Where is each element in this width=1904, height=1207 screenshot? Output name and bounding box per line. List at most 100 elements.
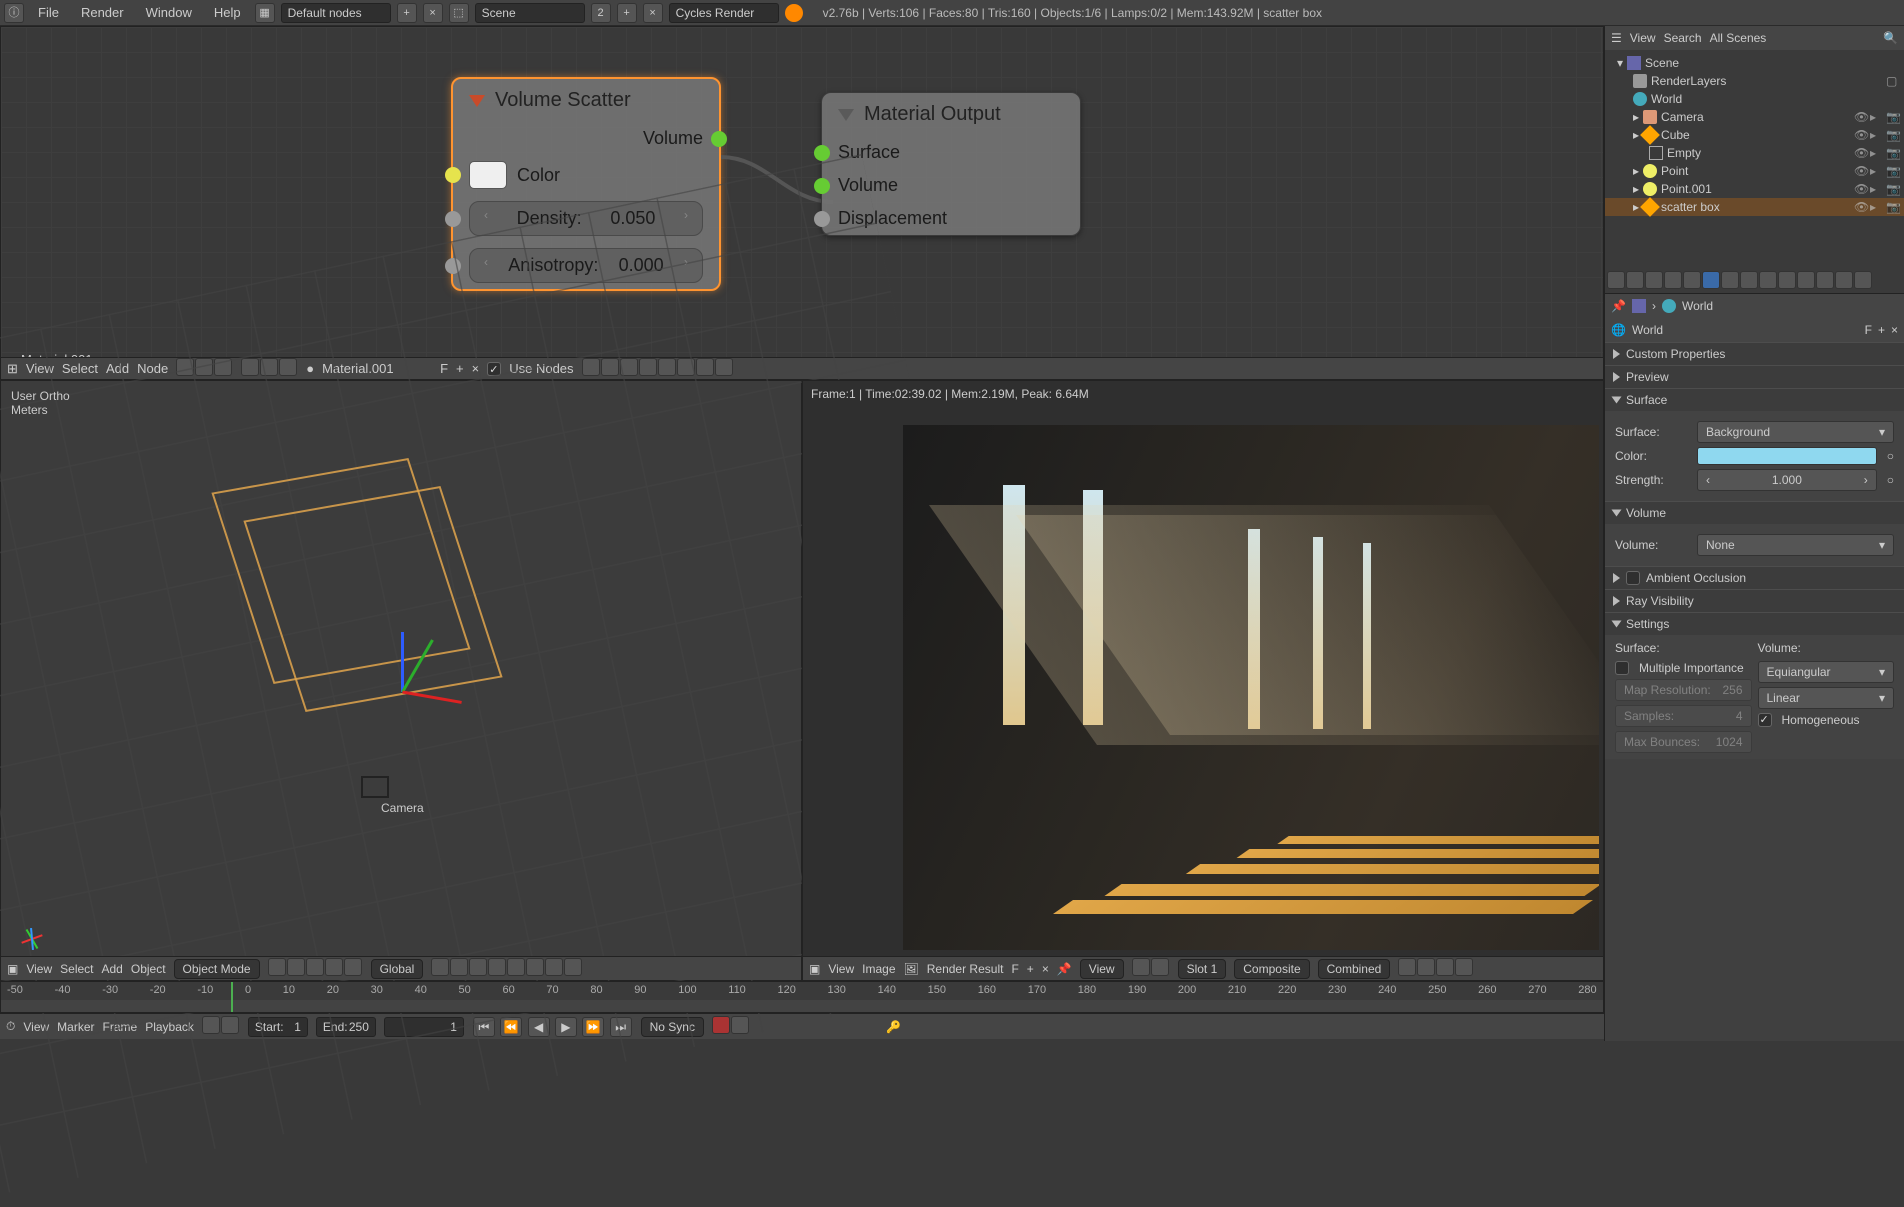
timeline[interactable]: -50-40-30-20-100102030405060708090100110… xyxy=(0,981,1604,1013)
img-remove-button[interactable]: × xyxy=(1042,962,1049,976)
tree-camera[interactable]: ▸Camera👁▸📷 xyxy=(1605,108,1904,126)
axis-widget xyxy=(15,918,51,954)
tree-renderlayers[interactable]: RenderLayers▢ xyxy=(1605,72,1904,90)
panel-ao[interactable]: Ambient Occlusion xyxy=(1605,566,1904,589)
panel-surface[interactable]: Surface xyxy=(1605,388,1904,411)
playhead-marker[interactable] xyxy=(231,982,233,1012)
layer-dropdown[interactable]: Combined xyxy=(1318,959,1391,979)
layers-icons[interactable] xyxy=(431,958,583,979)
key-insert-icon[interactable]: 🔑 xyxy=(886,1020,901,1034)
3d-add-menu[interactable]: Add xyxy=(102,962,123,976)
scene-remove-button[interactable]: × xyxy=(643,3,663,23)
homogeneous-checkbox[interactable] xyxy=(1758,713,1772,727)
outliner-tree[interactable]: ▾Scene RenderLayers▢ World ▸Camera👁▸📷 ▸C… xyxy=(1605,50,1904,269)
socket-out-volume[interactable]: Volume xyxy=(453,122,719,155)
outliner-view-menu[interactable]: View xyxy=(1630,31,1656,45)
pass-dropdown[interactable]: Composite xyxy=(1234,959,1309,979)
strength-slider[interactable]: ‹1.000› xyxy=(1697,469,1877,491)
img-view-menu[interactable]: View xyxy=(828,962,854,976)
color-swatch[interactable] xyxy=(469,161,507,189)
render-engine-dropdown[interactable]: Cycles Render xyxy=(669,3,779,23)
tree-scatter-box[interactable]: ▸scatter box👁▸📷 xyxy=(1605,198,1904,216)
strength-connector-icon[interactable]: ○ xyxy=(1887,473,1894,487)
volume-interp-dropdown[interactable]: Linear▾ xyxy=(1758,687,1895,709)
display-mode-dropdown[interactable]: View xyxy=(1080,959,1124,979)
world-name-field[interactable]: World xyxy=(1632,323,1859,337)
3d-object-menu[interactable]: Object xyxy=(131,962,166,976)
volume-sampling-dropdown[interactable]: Equiangular▾ xyxy=(1758,661,1895,683)
socket-green-icon[interactable] xyxy=(711,131,727,147)
outliner-search-menu[interactable]: Search xyxy=(1664,31,1702,45)
blender-icon[interactable]: ⓘ xyxy=(4,3,24,23)
img-image-menu[interactable]: Image xyxy=(862,962,895,976)
menu-help[interactable]: Help xyxy=(206,2,249,23)
socket-gray-icon[interactable] xyxy=(445,211,461,227)
gizmo-z-axis[interactable] xyxy=(401,632,404,692)
volume-shader-dropdown[interactable]: None▾ xyxy=(1697,534,1894,556)
tree-point[interactable]: ▸Point👁▸📷 xyxy=(1605,162,1904,180)
img-add-button[interactable]: + xyxy=(1027,962,1034,976)
slot-dropdown[interactable]: Slot 1 xyxy=(1178,959,1227,979)
fake-user-button[interactable]: F xyxy=(1011,962,1018,976)
orientation-dropdown[interactable]: Global xyxy=(371,959,424,979)
channel-icons[interactable] xyxy=(1398,958,1474,979)
editor-type-icon[interactable]: ▣ xyxy=(7,962,18,976)
scene-field[interactable]: Scene xyxy=(475,3,585,23)
collapse-icon[interactable] xyxy=(838,109,854,121)
editor-type-icon[interactable]: ▣ xyxy=(809,962,820,976)
node-title-text: Material Output xyxy=(864,103,1001,126)
socket-green-icon[interactable] xyxy=(814,145,830,161)
fake-user-button[interactable]: F xyxy=(1865,323,1872,337)
multi-importance-checkbox[interactable] xyxy=(1615,661,1629,675)
screen-layout-field[interactable]: Default nodes xyxy=(281,3,391,23)
tree-world[interactable]: World xyxy=(1605,90,1904,108)
img-nav-icons[interactable] xyxy=(1132,958,1170,979)
tree-point001[interactable]: ▸Point.001👁▸📷 xyxy=(1605,180,1904,198)
scene-add-button[interactable]: + xyxy=(617,3,637,23)
editor-type-icon[interactable]: ☰ xyxy=(1611,31,1622,45)
menu-window[interactable]: Window xyxy=(138,2,200,23)
node-title[interactable]: Volume Scatter xyxy=(453,79,719,122)
color-connector-icon[interactable]: ○ xyxy=(1887,449,1894,463)
mode-dropdown[interactable]: Object Mode xyxy=(174,959,260,979)
panel-preview[interactable]: Preview xyxy=(1605,365,1904,388)
panel-volume[interactable]: Volume xyxy=(1605,501,1904,524)
outliner-filter-dropdown[interactable]: All Scenes xyxy=(1710,31,1875,45)
socket-yellow-icon[interactable] xyxy=(445,167,461,183)
image-editor[interactable]: Frame:1 | Time:02:39.02 | Mem:2.19M, Pea… xyxy=(802,380,1604,981)
world-icon[interactable]: 🌐 xyxy=(1611,323,1626,337)
3d-select-menu[interactable]: Select xyxy=(60,962,93,976)
menu-file[interactable]: File xyxy=(30,2,67,23)
panel-custom-properties[interactable]: Custom Properties xyxy=(1605,342,1904,365)
outliner-footer-icons[interactable] xyxy=(1605,269,1904,293)
tree-cube[interactable]: ▸Cube👁▸📷 xyxy=(1605,126,1904,144)
pin-icon[interactable]: 📌 xyxy=(1611,299,1626,313)
tree-empty[interactable]: Empty👁▸📷 xyxy=(1605,144,1904,162)
shading-icons[interactable] xyxy=(268,958,363,979)
search-icon[interactable]: 🔍 xyxy=(1883,31,1898,45)
pin-icon[interactable]: 📌 xyxy=(1057,962,1072,976)
socket-color[interactable]: Color xyxy=(453,155,719,195)
tree-scene[interactable]: ▾Scene xyxy=(1605,54,1904,72)
layout-remove-button[interactable]: × xyxy=(423,3,443,23)
world-remove-button[interactable]: × xyxy=(1891,323,1898,337)
3d-view-menu[interactable]: View xyxy=(26,962,52,976)
image-name-field[interactable]: Render Result xyxy=(927,962,1004,976)
timeline-ruler[interactable]: -50-40-30-20-100102030405060708090100110… xyxy=(1,982,1603,1000)
world-add-button[interactable]: + xyxy=(1878,323,1885,337)
world-color-field[interactable] xyxy=(1697,447,1877,465)
3d-viewport[interactable]: User Ortho Meters Camera (1) scatter box… xyxy=(0,380,802,981)
surface-shader-dropdown[interactable]: Background▾ xyxy=(1697,421,1894,443)
node-title[interactable]: Material Output xyxy=(822,93,1080,136)
menu-render[interactable]: Render xyxy=(73,2,132,23)
outliner[interactable]: ☰ View Search All Scenes 🔍 ▾Scene Render… xyxy=(1605,26,1904,294)
screen-layout-icon[interactable]: ▦ xyxy=(255,3,275,23)
scene-icon[interactable]: ⬚ xyxy=(449,3,469,23)
layout-add-button[interactable]: + xyxy=(397,3,417,23)
panel-settings[interactable]: Settings xyxy=(1605,612,1904,635)
collapse-icon[interactable] xyxy=(469,95,485,107)
ao-checkbox[interactable] xyxy=(1626,571,1640,585)
properties-editor[interactable]: 📌 › World 🌐 World F + × Custom Propertie… xyxy=(1605,294,1904,1041)
panel-rayvis[interactable]: Ray Visibility xyxy=(1605,589,1904,612)
image-icon[interactable]: 🖼 xyxy=(904,962,919,976)
